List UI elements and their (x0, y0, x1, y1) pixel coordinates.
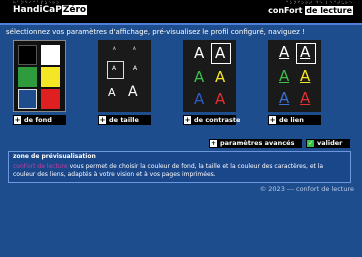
logo-name: HandiCaPZéro (13, 5, 88, 16)
logo-text-b: Zéro (61, 5, 88, 15)
preview-title: zone de prévisualisation (13, 153, 96, 160)
brand-text-b: de lecture (305, 6, 353, 15)
validate-label: valider (317, 139, 343, 147)
link-sample: A (279, 43, 290, 61)
background-color-preview[interactable] (13, 40, 66, 112)
link-sample: A (300, 43, 311, 61)
advanced-settings-label: paramètres avancés (220, 139, 295, 147)
contrast-label: de contraste (194, 116, 241, 124)
plus-icon: + (99, 116, 106, 124)
link-color-label: de lien (279, 116, 304, 124)
plus-icon: + (14, 116, 21, 124)
confort-de-lecture-logo[interactable]: ⠉⠕⠝⠋⠕⠗⠞ ⠙⠑ ⠇⠑⠉⠞⠥⠗⠑ conFort de lecture (268, 0, 353, 19)
background-color-label: de fond (24, 116, 52, 124)
link-color-button[interactable]: + de lien (268, 115, 321, 125)
header-divider (0, 23, 362, 25)
swatch-yellow[interactable] (41, 67, 60, 87)
text-size-button[interactable]: + de taille (98, 115, 151, 125)
contrast-preview[interactable]: A A A A A A (183, 40, 236, 112)
swatch-black[interactable] (18, 45, 37, 65)
link-color-preview[interactable]: A A A A A A (268, 40, 321, 112)
preview-link[interactable]: conFort de lecture (13, 163, 68, 170)
logo-text-a: HandiCaP (13, 5, 62, 15)
size-selected-frame (107, 61, 124, 79)
link-sample: A (279, 67, 290, 85)
text-size-preview[interactable]: A A A A A A (98, 40, 151, 112)
advanced-settings-button[interactable]: + paramètres avancés (209, 139, 302, 148)
size-sample: A (128, 84, 138, 100)
contrast-sample: A (215, 90, 226, 108)
size-sample: A (113, 46, 116, 51)
background-color-button[interactable]: + de fond (13, 115, 66, 125)
handicapzero-logo[interactable]: ⠓⠁⠝⠙⠊⠉⠁⠏⠵⠑⠗⠕ HandiCaPZéro (9, 0, 91, 19)
swatch-red[interactable] (41, 89, 60, 109)
size-sample: A (108, 86, 116, 99)
size-sample: A (133, 46, 136, 51)
plus-icon: + (210, 140, 217, 147)
link-sample: A (279, 89, 290, 107)
link-sample: A (300, 67, 311, 85)
plus-icon: + (184, 116, 191, 124)
brand-text-a: conFort (268, 6, 303, 15)
link-sample: A (300, 89, 311, 107)
check-icon: ✓ (307, 140, 314, 147)
top-bar: ⠓⠁⠝⠙⠊⠉⠁⠏⠵⠑⠗⠕ HandiCaPZéro ⠉⠕⠝⠋⠕⠗⠞ ⠙⠑ ⠇⠑⠉… (0, 0, 362, 23)
contrast-sample: A (194, 68, 205, 86)
text-size-label: de taille (109, 116, 139, 124)
contrast-sample: A (194, 44, 205, 62)
preview-zone: zone de prévisualisation conFort de lect… (8, 151, 351, 183)
validate-button[interactable]: ✓ valider (306, 139, 350, 148)
brand-name: conFort de lecture (268, 5, 353, 16)
contrast-sample: A (215, 44, 226, 62)
footer-copyright: © 2023 --- confort de lecture (259, 185, 354, 193)
instruction-text: sélectionnez vos paramètres d'affichage,… (6, 28, 305, 36)
plus-icon: + (269, 116, 276, 124)
preview-text: conFort de lecture vous permet de choisi… (13, 163, 343, 179)
swatch-white[interactable] (41, 45, 60, 65)
contrast-sample: A (194, 90, 205, 108)
swatch-green[interactable] (18, 67, 37, 87)
size-sample: A (133, 65, 138, 72)
contrast-button[interactable]: + de contraste (183, 115, 240, 125)
swatch-blue[interactable] (18, 89, 37, 109)
contrast-sample: A (215, 68, 226, 86)
